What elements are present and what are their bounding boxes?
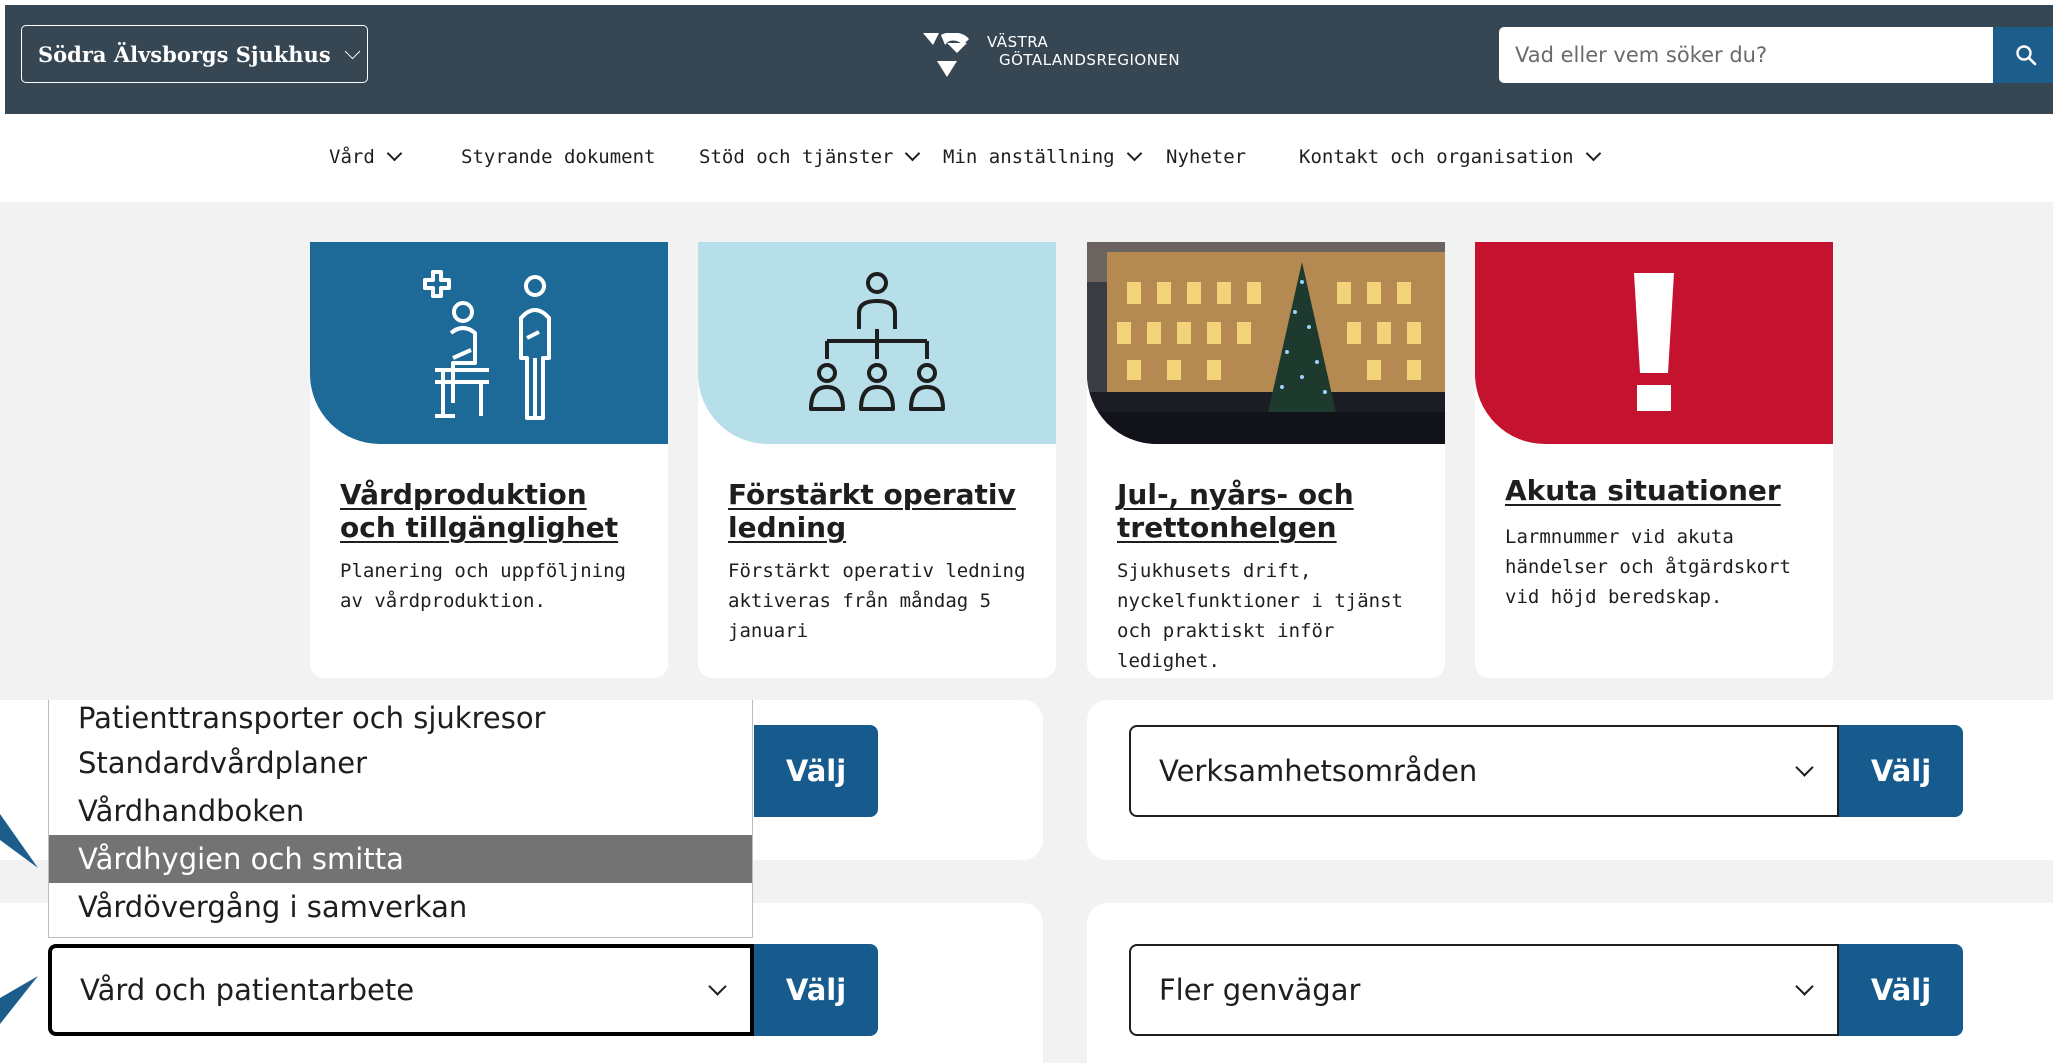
card-title[interactable]: Förstärkt operativ ledning bbox=[728, 478, 1038, 544]
dropdown-option-highlighted[interactable]: Vårdhygien och smitta bbox=[49, 835, 752, 883]
nav-item-styrande-dokument[interactable]: Styrande dokument bbox=[461, 146, 655, 168]
card-akuta-situationer[interactable]: Akuta situationer Larmnummer vid akuta h… bbox=[1475, 242, 1833, 678]
nav-item-label: Styrande dokument bbox=[461, 146, 656, 168]
hospital-christmas-photo bbox=[1087, 242, 1445, 444]
logo-line2: GÖTALANDSREGIONEN bbox=[999, 51, 1181, 69]
search-icon bbox=[2015, 45, 2036, 66]
select-value: Verksamhetsområden bbox=[1159, 754, 1478, 788]
valj-button-label: Välj bbox=[1870, 973, 1932, 1007]
org-chart-icon bbox=[809, 272, 945, 411]
chevron-down-icon bbox=[1795, 976, 1814, 996]
nav-item-label: Nyheter bbox=[1166, 146, 1247, 168]
card-description: Planering och uppföljning av vårdprodukt… bbox=[340, 560, 626, 612]
verksamhet-select-row: Verksamhetsområden Välj bbox=[1129, 725, 1963, 817]
top-header: Södra Älvsborgs Sjukhus VÄSTRA GÖTALANDS… bbox=[0, 0, 2053, 116]
nav-item-vard[interactable]: Vård bbox=[329, 145, 403, 168]
dropdown-option[interactable]: Patienttransporter och sjukresor bbox=[49, 700, 752, 739]
card-description: Sjukhusets drift, nyckelfunktioner i tjä… bbox=[1117, 560, 1403, 672]
chevron-down-icon bbox=[1585, 145, 1601, 162]
chevron-down-icon bbox=[1126, 145, 1142, 162]
org-chart-illustration bbox=[698, 242, 1056, 444]
card-jul-nyar-trettonhelgen[interactable]: Jul-, nyårs- och trettonhelgen Sjukhuset… bbox=[1087, 242, 1445, 678]
card-title[interactable]: Vårdproduktion och tillgänglighet bbox=[340, 478, 650, 544]
care-select-row: Vård och patientarbete Välj bbox=[48, 944, 878, 1036]
nav-item-nyheter[interactable]: Nyheter bbox=[1166, 146, 1246, 168]
vgr-logo-icon bbox=[923, 33, 969, 77]
nav-item-min-anstallning[interactable]: Min anställning bbox=[943, 145, 1142, 168]
chevron-down-icon bbox=[386, 145, 403, 162]
search-bar bbox=[1499, 27, 2053, 83]
exclamation-illustration bbox=[1475, 242, 1833, 444]
care-staff-icon bbox=[423, 270, 551, 420]
search-input[interactable] bbox=[1499, 27, 1993, 83]
valj-button-label: Välj bbox=[785, 754, 847, 788]
valj-button[interactable]: Välj bbox=[754, 944, 878, 1036]
nav-item-label: Vård bbox=[329, 146, 375, 168]
nav-item-label: Min anställning bbox=[943, 146, 1115, 168]
care-select-dropdown-list: Patienttransporter och sjukresor Standar… bbox=[48, 700, 753, 938]
card-title[interactable]: Akuta situationer bbox=[1505, 474, 1815, 507]
main-navigation: Vård Styrande dokument Stöd och tjänster… bbox=[0, 116, 2053, 202]
valj-button[interactable]: Välj bbox=[1839, 725, 1963, 817]
logo-line1: VÄSTRA bbox=[987, 33, 1049, 51]
select-value: Fler genvägar bbox=[1159, 973, 1361, 1007]
card-description: Förstärkt operativ ledning aktiveras frå… bbox=[728, 560, 1026, 642]
logo-wordmark: VÄSTRA GÖTALANDSREGIONEN bbox=[987, 33, 1180, 69]
header-bar: Södra Älvsborgs Sjukhus VÄSTRA GÖTALANDS… bbox=[5, 5, 2053, 114]
nav-item-kontakt-och-organisation[interactable]: Kontakt och organisation bbox=[1299, 145, 1601, 168]
genvagar-select-row: Fler genvägar Välj bbox=[1129, 944, 1963, 1036]
dropdown-option[interactable]: Vårdhandboken bbox=[49, 787, 752, 835]
chevron-down-icon bbox=[708, 976, 727, 996]
card-title[interactable]: Jul-, nyårs- och trettonhelgen bbox=[1117, 478, 1427, 544]
card-forstarkt-ledning[interactable]: Förstärkt operativ ledning Förstärkt ope… bbox=[698, 242, 1056, 678]
dropdown-option[interactable]: Vårdövergång i samverkan bbox=[49, 883, 752, 931]
nav-item-label: Kontakt och organisation bbox=[1299, 146, 1574, 168]
search-button[interactable] bbox=[1993, 27, 2053, 83]
verksamhet-select[interactable]: Verksamhetsområden bbox=[1129, 725, 1839, 817]
chevron-down-icon bbox=[905, 145, 921, 162]
genvagar-select[interactable]: Fler genvägar bbox=[1129, 944, 1839, 1036]
chevron-down-icon bbox=[344, 43, 360, 59]
select-value: Vård och patientarbete bbox=[80, 973, 415, 1007]
valj-button[interactable]: Välj bbox=[754, 725, 878, 817]
hospital-building-image bbox=[1087, 242, 1445, 444]
card-description: Larmnummer vid akuta händelser och åtgär… bbox=[1505, 526, 1791, 608]
exclamation-icon bbox=[1634, 273, 1674, 411]
site-selector-label: Södra Älvsborgs Sjukhus bbox=[38, 41, 331, 67]
valj-button-label: Välj bbox=[1870, 754, 1932, 788]
care-select[interactable]: Vård och patientarbete bbox=[48, 944, 754, 1036]
site-selector-button[interactable]: Södra Älvsborgs Sjukhus bbox=[21, 25, 368, 83]
card-vardproduktion[interactable]: Vårdproduktion och tillgänglighet Planer… bbox=[310, 242, 668, 678]
care-staff-illustration bbox=[310, 242, 668, 444]
chevron-down-icon bbox=[1795, 757, 1814, 777]
nav-item-stod-och-tjanster[interactable]: Stöd och tjänster bbox=[699, 145, 921, 168]
vgr-logo[interactable]: VÄSTRA GÖTALANDSREGIONEN bbox=[923, 33, 1180, 79]
valj-button-label: Välj bbox=[785, 973, 847, 1007]
annotation-arrow-icon bbox=[0, 814, 38, 868]
valj-button[interactable]: Välj bbox=[1839, 944, 1963, 1036]
annotation-arrow-icon bbox=[0, 976, 38, 1024]
nav-item-label: Stöd och tjänster bbox=[699, 146, 894, 168]
dropdown-option[interactable]: Standardvårdplaner bbox=[49, 739, 752, 787]
